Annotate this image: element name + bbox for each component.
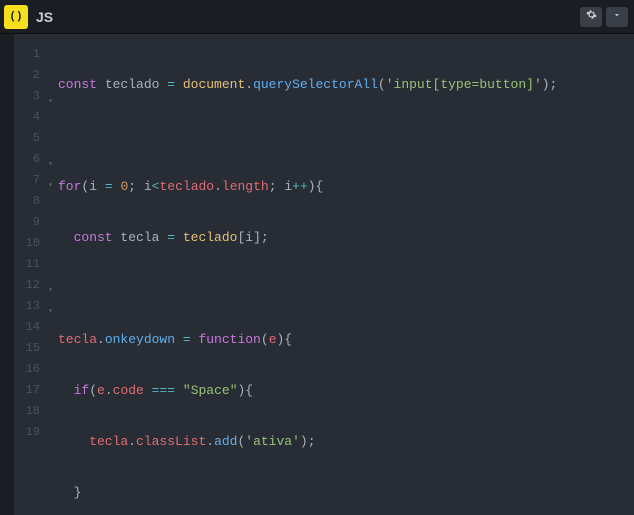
code-line: const teclado = document.querySelectorAl… (54, 74, 634, 95)
line-number: 8 (14, 191, 54, 212)
settings-button[interactable] (580, 7, 602, 27)
expand-button[interactable] (606, 7, 628, 27)
code-line (54, 125, 634, 146)
line-number: 12▾ (14, 275, 54, 296)
header-left: () JS (0, 5, 53, 29)
code-line: if(e.code === "Space"){ (54, 380, 634, 401)
line-number: 10 (14, 233, 54, 254)
line-number: 6▾ (14, 149, 54, 170)
line-number: 16 (14, 359, 54, 380)
line-number: 17 (14, 380, 54, 401)
line-number: 19 (14, 422, 54, 443)
line-number: 11 (14, 254, 54, 275)
code-editor[interactable]: 1 2 3▾ 4 5 6▾ 7▾ 8 9 10 11 12▾ 13▾ 14 15… (14, 34, 634, 515)
line-number: 9 (14, 212, 54, 233)
code-line: } (54, 482, 634, 503)
panel-header: () JS (0, 0, 634, 34)
line-number: 18 (14, 401, 54, 422)
language-label: JS (36, 9, 53, 25)
line-number: 13▾ (14, 296, 54, 317)
line-number: 15 (14, 338, 54, 359)
code-line: tecla.onkeydown = function(e){ (54, 329, 634, 350)
line-number: 4 (14, 107, 54, 128)
code-line (54, 278, 634, 299)
gutter: 1 2 3▾ 4 5 6▾ 7▾ 8 9 10 11 12▾ 13▾ 14 15… (14, 34, 54, 515)
header-actions (580, 7, 628, 27)
code-line: const tecla = teclado[i]; (54, 227, 634, 248)
line-number: 14 (14, 317, 54, 338)
left-strip (0, 34, 14, 515)
line-number: 1 (14, 44, 54, 65)
code-line: tecla.classList.add('ativa'); (54, 431, 634, 452)
code-content[interactable]: const teclado = document.querySelectorAl… (54, 34, 634, 515)
editor-area: 1 2 3▾ 4 5 6▾ 7▾ 8 9 10 11 12▾ 13▾ 14 15… (0, 34, 634, 515)
code-line: for(i = 0; i<teclado.length; i++){ (54, 176, 634, 197)
gear-icon (586, 9, 597, 24)
chevron-down-icon (612, 10, 622, 24)
line-number: 5 (14, 128, 54, 149)
js-badge-icon: () (4, 5, 28, 29)
line-number: 3▾ (14, 86, 54, 107)
line-number: 2 (14, 65, 54, 86)
line-number: 7▾ (14, 170, 54, 191)
